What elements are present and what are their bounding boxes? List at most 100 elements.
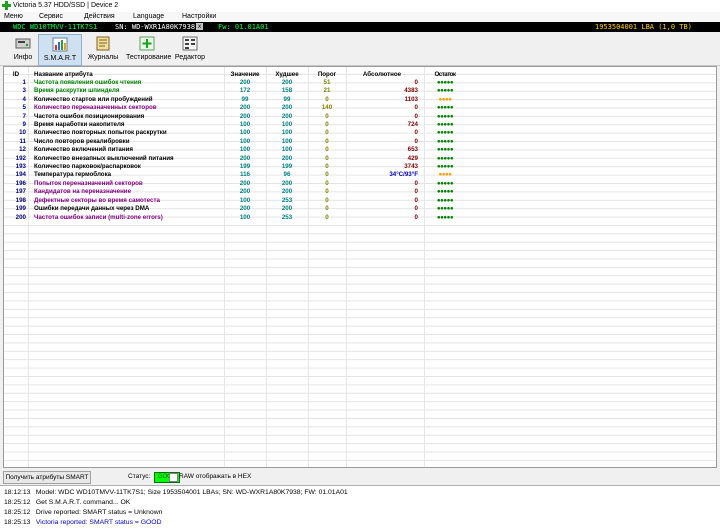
table-row[interactable]: 192 Количество внезапных выключений питан… <box>6 155 466 163</box>
header-worst[interactable]: Худшее <box>266 69 308 79</box>
smart-table: ID Название атрибута Значение Худшее Пор… <box>6 69 466 222</box>
editor-icon <box>182 36 198 51</box>
cell-worst: 199 <box>281 163 293 171</box>
cell-health: ●●●●● <box>436 213 454 221</box>
drive-firmware: Fw: 01.01A01 <box>218 23 269 31</box>
cell-worst: 253 <box>281 196 293 204</box>
table-row[interactable]: 9 Время наработки накопителя 100 100 0 724 ●●●… <box>6 121 466 129</box>
cell-threshold: 0 <box>325 163 329 171</box>
cell-raw: 4383 <box>404 87 418 95</box>
cell-worst: 99 <box>283 95 291 103</box>
window-title: Victoria 5.37 HDD/SSD | Device 2 <box>13 2 119 9</box>
cell-worst: 100 <box>281 137 293 145</box>
tab-journals[interactable]: Журналы <box>82 34 124 64</box>
cell-worst: 200 <box>281 205 293 213</box>
cell-health: ●●●● <box>438 95 452 103</box>
table-row[interactable]: 7 Частота ошибок позиционирования 200 200 0 0… <box>6 113 466 121</box>
table-row[interactable]: 198 Дефектные секторы во время самотеста 1… <box>6 197 466 205</box>
table-row[interactable]: 200 Частота ошибок записи (multi-zone err… <box>6 214 466 222</box>
menu-item-menu[interactable]: Меню <box>4 13 23 20</box>
table-row[interactable]: 196 Попыток переназначений секторов 200 200… <box>6 180 466 188</box>
header-raw[interactable]: Абсолютное <box>346 69 424 79</box>
header-id[interactable]: ID <box>6 69 30 79</box>
cell-id: 192 <box>15 154 26 162</box>
table-row[interactable]: 194 Температура гермоблока 116 96 0 34°C/93°F… <box>6 171 466 179</box>
cell-health: ●●●●● <box>436 87 454 95</box>
cell-raw: 0 <box>414 188 418 196</box>
cell-threshold: 0 <box>325 121 329 129</box>
table-row[interactable]: 197 Кандидатов на переназначение 200 200 0 0 ●… <box>6 188 466 196</box>
header-value[interactable]: Значение <box>224 69 266 79</box>
cell-worst: 100 <box>281 146 293 154</box>
table-row[interactable]: 12 Количество включений питания 100 100 0 653… <box>6 146 466 154</box>
table-row[interactable]: 10 Количество повторных попыток раскрутки… <box>6 129 466 137</box>
table-row[interactable]: 1 Частота появления ошибок чтения 200 200 51… <box>6 79 466 87</box>
menu-item-service[interactable]: Сервис <box>39 13 63 20</box>
tab-testing[interactable]: Тестирование <box>126 34 172 64</box>
cell-threshold: 21 <box>323 87 331 95</box>
raw-hex-label[interactable]: RAW отображать в HEX <box>179 473 251 480</box>
tab-editor[interactable]: Редактор <box>169 34 211 64</box>
table-row[interactable]: 5 Количество переназначенных секторов 200 2… <box>6 104 466 112</box>
get-smart-button[interactable]: Получить атрибуты SMART <box>3 471 91 484</box>
cell-threshold: 0 <box>325 179 329 187</box>
cell-threshold: 0 <box>325 205 329 213</box>
cell-value: 172 <box>239 87 251 95</box>
cell-threshold: 0 <box>325 196 329 204</box>
cell-health: ●●●●● <box>436 104 454 112</box>
cell-name: Количество парковок/распарковок <box>34 163 141 171</box>
cell-name: Количество стартов или пробуждений <box>34 95 153 103</box>
cell-worst: 100 <box>281 121 293 129</box>
tab-testing-label: Тестирование <box>126 54 172 61</box>
tab-smart[interactable]: S.M.A.R.T <box>38 34 82 66</box>
cell-id: 3 <box>22 87 26 95</box>
menu-item-settings[interactable]: Настройки <box>182 13 216 20</box>
close-drive-icon[interactable]: x <box>196 23 203 30</box>
drive-info-bar[interactable]: WDC WD10TMVV-11TK7S1 SN: WD-WXR1A80K7938… <box>0 22 720 32</box>
test-plus-icon <box>139 36 155 51</box>
cell-value: 100 <box>239 213 251 221</box>
log-panel[interactable]: 18:12:13 Model: WDC WD10TMVV-11TK7S1; Si… <box>0 485 720 531</box>
toolbar: Инфо S.M.A.R.T Журналы Тестирование Реда… <box>0 32 720 66</box>
cell-worst: 200 <box>281 188 293 196</box>
cell-health: ●●●●● <box>436 196 454 204</box>
table-row[interactable]: 193 Количество парковок/распарковок 199 199… <box>6 163 466 171</box>
header-threshold[interactable]: Порог <box>308 69 346 79</box>
log-time: 18:12:13 <box>4 489 31 496</box>
drive-info-icon <box>15 38 31 49</box>
cell-health: ●●●●● <box>436 154 454 162</box>
cell-name: Количество повторных попыток раскрутки <box>34 129 167 137</box>
cell-name: Количество переназначенных секторов <box>34 104 157 112</box>
table-row[interactable]: 199 Ошибки передачи данных через DMA 200 20… <box>6 205 466 213</box>
cell-value: 200 <box>239 188 251 196</box>
header-health[interactable]: Остаток <box>424 69 466 79</box>
cell-health: ●●●●● <box>436 112 454 120</box>
cell-name: Ошибки передачи данных через DMA <box>34 205 150 213</box>
cell-raw: 0 <box>414 196 418 204</box>
cell-threshold: 51 <box>323 79 331 86</box>
log-text: Model: WDC WD10TMVV-11TK7S1; Size 195350… <box>35 489 348 496</box>
cell-threshold: 0 <box>325 95 329 103</box>
menu-item-actions[interactable]: Действия <box>84 13 115 20</box>
cell-worst: 200 <box>281 179 293 187</box>
log-line: 18:25:13 Victoria reported: SMART status… <box>4 519 162 526</box>
cell-id: 197 <box>15 188 26 196</box>
cell-id: 7 <box>22 112 26 120</box>
cell-raw: 0 <box>414 129 418 137</box>
cell-threshold: 0 <box>325 188 329 196</box>
cell-id: 196 <box>15 179 26 187</box>
table-row[interactable]: 11 Число повторов рекалибровки 100 100 0 0 ●●●… <box>6 138 466 146</box>
cell-health: ●●●●● <box>436 129 454 137</box>
table-row[interactable]: 3 Время раскрутки шпинделя 172 158 21 4383 ●●●… <box>6 87 466 95</box>
cell-value: 99 <box>241 95 249 103</box>
table-row[interactable]: 4 Количество стартов или пробуждений 99 99 0… <box>6 96 466 104</box>
cell-raw: 0 <box>414 213 418 221</box>
log-time: 18:25:12 <box>4 509 31 516</box>
raw-hex-checkbox[interactable] <box>169 473 178 482</box>
smart-table-body: 1 Частота появления ошибок чтения 200 200 51… <box>6 79 466 222</box>
menu-item-language[interactable]: Language <box>133 13 164 20</box>
cell-threshold: 140 <box>321 104 333 112</box>
tab-editor-label: Редактор <box>174 54 206 61</box>
cell-health: ●●●●● <box>436 179 454 187</box>
header-name[interactable]: Название атрибута <box>30 69 224 79</box>
